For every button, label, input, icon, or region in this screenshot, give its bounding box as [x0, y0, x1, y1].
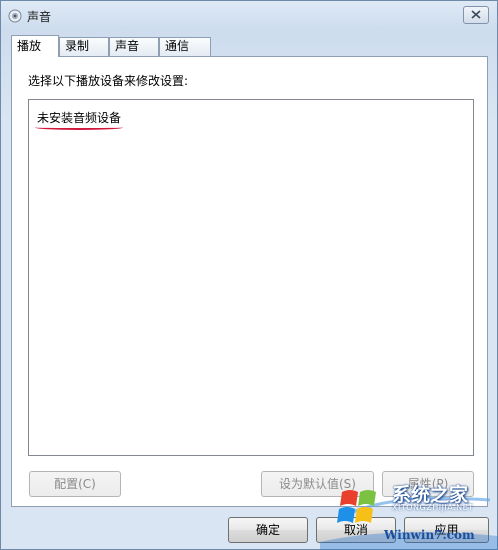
title-bar[interactable]: 声音	[1, 1, 497, 31]
red-underline-annotation	[35, 125, 123, 130]
instruction-text: 选择以下播放设备来修改设置:	[28, 74, 189, 88]
tab-communications[interactable]: 通信	[159, 37, 211, 56]
tab-playback[interactable]: 播放	[11, 35, 59, 57]
close-button[interactable]	[463, 6, 489, 24]
configure-button[interactable]: 配置(C)	[29, 471, 121, 497]
tab-sounds[interactable]: 声音	[109, 37, 159, 56]
ok-button[interactable]: 确定	[228, 517, 308, 543]
no-device-message: 未安装音频设备	[37, 111, 122, 125]
tab-label: 播放	[17, 39, 42, 53]
speaker-icon	[8, 9, 22, 23]
playback-panel: 选择以下播放设备来修改设置: 未安装音频设备 配置(C) 设为默认值(S) 属性…	[11, 56, 488, 507]
tab-label: 声音	[115, 39, 140, 53]
playback-device-list[interactable]: 未安装音频设备	[28, 99, 474, 456]
tab-recording[interactable]: 录制	[59, 37, 109, 56]
close-icon	[471, 8, 481, 22]
window-title: 声音	[27, 10, 52, 24]
watermark-url: XITONGZHIJIA.NET	[392, 503, 474, 512]
tab-label: 录制	[65, 39, 90, 53]
tab-label: 通信	[165, 39, 190, 53]
sound-dialog: 声音 播放 录制 声音 通信 选择以下播放设备来修改设置: 未安装音频设备 配置…	[0, 0, 498, 550]
watermark-site: Winwin7.com	[384, 528, 475, 542]
